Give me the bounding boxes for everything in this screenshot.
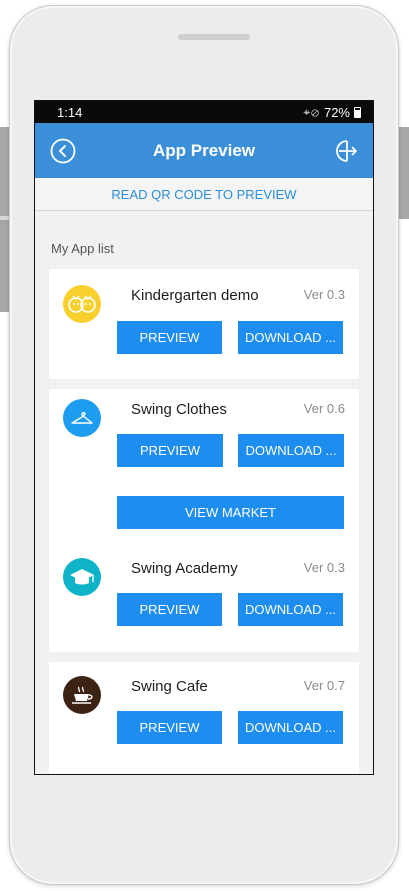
- download-button[interactable]: DOWNLOAD ...: [238, 434, 344, 467]
- app-name: Swing Cafe: [131, 678, 208, 695]
- download-button[interactable]: DOWNLOAD ...: [238, 593, 343, 626]
- preview-button[interactable]: PREVIEW: [117, 434, 223, 467]
- app-card: Kindergarten demo Ver 0.3 PREVIEW DOWNLO…: [49, 269, 359, 379]
- status-bar: 1:14 ⌖⊘ 72%: [35, 101, 373, 123]
- exit-button[interactable]: [331, 137, 359, 165]
- app-name: Swing Clothes: [131, 401, 227, 418]
- exit-icon: [336, 139, 357, 162]
- circle-back-icon: [50, 138, 76, 163]
- app-card: Swing Clothes Ver 0.6 PREVIEW DOWNLOAD .…: [49, 389, 359, 545]
- app-version: Ver 0.7: [303, 678, 345, 693]
- app-name: Swing Academy: [131, 560, 238, 577]
- status-indicators: ⌖⊘ 72%: [303, 105, 361, 120]
- wifi-dnd-icon: ⌖⊘: [303, 104, 320, 119]
- download-button[interactable]: DOWNLOAD ...: [238, 711, 343, 744]
- preview-button[interactable]: PREVIEW: [117, 711, 222, 744]
- download-button[interactable]: DOWNLOAD ...: [238, 321, 343, 354]
- preview-button[interactable]: PREVIEW: [117, 321, 222, 354]
- view-market-button[interactable]: VIEW MARKET: [117, 496, 344, 529]
- coffee-cup-icon: [63, 676, 101, 714]
- phone-speaker: [178, 34, 250, 40]
- app-bar: App Preview: [35, 123, 373, 178]
- battery-percent: 72%: [323, 104, 350, 120]
- app-card: Swing Cafe Ver 0.7 PREVIEW DOWNLOAD ...: [49, 662, 359, 774]
- app-name: Kindergarten demo: [131, 287, 259, 304]
- back-button[interactable]: [49, 137, 77, 165]
- read-qr-link[interactable]: READ QR CODE TO PREVIEW: [35, 178, 373, 211]
- battery-icon: [354, 106, 361, 118]
- hanger-icon: [63, 399, 101, 437]
- app-version: Ver 0.6: [303, 401, 345, 416]
- kids-faces-icon: [63, 285, 101, 323]
- app-version: Ver 0.3: [303, 560, 345, 575]
- section-title: My App list: [51, 241, 114, 256]
- page-title: App Preview: [152, 140, 256, 160]
- app-card: Swing Academy Ver 0.3 PREVIEW DOWNLOAD .…: [49, 544, 359, 652]
- app-screen: 1:14 ⌖⊘ 72% App Preview READ QR CODE TO …: [34, 100, 374, 775]
- status-time: 1:14: [57, 104, 83, 120]
- graduation-cap-icon: [63, 558, 101, 596]
- preview-button[interactable]: PREVIEW: [117, 593, 222, 626]
- device-stage: 1:14 ⌖⊘ 72% App Preview READ QR CODE TO …: [0, 0, 409, 891]
- app-version: Ver 0.3: [303, 287, 345, 302]
